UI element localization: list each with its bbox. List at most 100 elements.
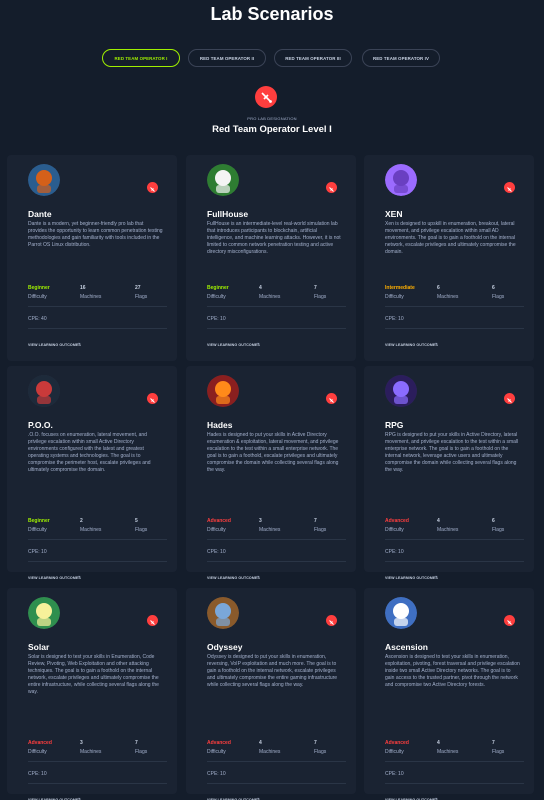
xen-avatar-icon (385, 164, 417, 196)
cpe-value: CPE: 10 (385, 771, 404, 777)
lab-description: Xen is designed to upskill in enumeratio… (385, 221, 516, 256)
machines-label: Machines (437, 749, 459, 755)
chevron-down-icon[interactable]: ⌄ (77, 573, 81, 579)
chevron-down-icon[interactable]: ⌄ (434, 795, 438, 800)
flags-value: 6 (492, 518, 495, 524)
machines-label: Machines (80, 527, 102, 533)
flags-value: 7 (314, 518, 317, 524)
ascension-avatar-icon (385, 597, 417, 629)
difficulty-label: Difficulty (28, 749, 47, 755)
difficulty-value: Advanced (207, 518, 231, 524)
lab-name: FullHouse (207, 209, 249, 219)
flags-value: 7 (314, 285, 317, 291)
lab-name: Solar (28, 642, 50, 652)
pro-lab-badge-icon (504, 393, 515, 404)
view-learning-outcomes-button[interactable]: VIEW LEARNING OUTCOMES (28, 343, 81, 347)
cpe-value: CPE: 10 (28, 771, 47, 777)
view-learning-outcomes-button[interactable]: VIEW LEARNING OUTCOMES (28, 576, 81, 580)
machines-value: 3 (259, 518, 262, 524)
tab-red-team-operator-2[interactable]: RED TEAM OPERATOR II (188, 49, 266, 67)
view-learning-outcomes-button[interactable]: VIEW LEARNING OUTCOMES (385, 343, 438, 347)
divider (28, 761, 167, 762)
machines-value: 16 (80, 285, 86, 291)
pro-lab-badge-icon (504, 182, 515, 193)
flags-label: Flags (314, 527, 327, 533)
divider (207, 306, 346, 307)
divider (28, 783, 167, 784)
machines-label: Machines (259, 527, 281, 533)
lab-tabs: RED TEAM OPERATOR I RED TEAM OPERATOR II… (102, 49, 442, 67)
lab-card[interactable]: XEN Xen is designed to upskill in enumera… (364, 155, 534, 361)
rpg-avatar-icon (385, 375, 417, 407)
chevron-down-icon[interactable]: ⌄ (434, 573, 438, 579)
pro-lab-designation-label: PRO LAB DESIGNATION (247, 116, 297, 121)
divider (207, 561, 346, 562)
lab-description: .O.O. focuses on enumeration, lateral mo… (28, 432, 151, 474)
lab-card[interactable]: Dante Dante is a modern, yet beginner-fri… (7, 155, 177, 361)
cpe-value: CPE: 10 (207, 549, 226, 555)
lab-card[interactable]: Solar Solar is designed to test your skil… (7, 588, 177, 800)
difficulty-label: Difficulty (28, 294, 47, 300)
lab-name: XEN (385, 209, 403, 219)
divider (385, 783, 524, 784)
divider (28, 328, 167, 329)
flags-label: Flags (492, 749, 505, 755)
dante-avatar-icon (28, 164, 60, 196)
chevron-down-icon[interactable]: ⌄ (77, 340, 81, 346)
difficulty-value: Beginner (28, 518, 50, 524)
flags-value: 6 (492, 285, 495, 291)
pro-lab-icon (255, 86, 277, 108)
lab-card[interactable]: RPG RPG is designed to put your skills in… (364, 366, 534, 580)
view-learning-outcomes-button[interactable]: VIEW LEARNING OUTCOMES (207, 343, 260, 347)
flags-label: Flags (135, 294, 148, 300)
pro-lab-badge-icon (326, 615, 337, 626)
divider (385, 561, 524, 562)
flags-label: Flags (314, 294, 327, 300)
lab-description: Dante is a modern, yet beginner-friendly… (28, 221, 163, 249)
divider (385, 761, 524, 762)
flags-value: 7 (314, 740, 317, 746)
divider (207, 761, 346, 762)
level-title: Red Team Operator Level I (212, 124, 332, 135)
lab-description: Hades is designed to put your skills in … (207, 432, 339, 474)
view-learning-outcomes-button[interactable]: VIEW LEARNING OUTCOMES (385, 576, 438, 580)
machines-value: 6 (437, 285, 440, 291)
cpe-value: CPE: 10 (385, 316, 404, 322)
lab-name: Dante (28, 209, 52, 219)
lab-description: Solar is designed to test your skills in… (28, 654, 159, 696)
flags-label: Flags (492, 294, 505, 300)
poo-avatar-icon (28, 375, 60, 407)
lab-description: Ascension is designed to test your skill… (385, 654, 520, 689)
tab-red-team-operator-3[interactable]: RED TEAM OPERATOR III (274, 49, 352, 67)
lab-card[interactable]: FullHouse FullHouse is an intermediate-le… (186, 155, 356, 361)
difficulty-value: Advanced (385, 518, 409, 524)
pro-lab-badge-icon (504, 615, 515, 626)
flags-label: Flags (314, 749, 327, 755)
difficulty-value: Beginner (28, 285, 50, 291)
divider (207, 539, 346, 540)
lab-name: RPG (385, 420, 404, 430)
lab-card[interactable]: Odyssey Odyssey is designed to put your s… (186, 588, 356, 800)
flags-label: Flags (135, 527, 148, 533)
lab-card[interactable]: P.O.O. .O.O. focuses on enumeration, late… (7, 366, 177, 580)
chevron-down-icon[interactable]: ⌄ (256, 795, 260, 800)
divider (28, 539, 167, 540)
lab-name: Odyssey (207, 642, 243, 652)
lab-description: RPG is designed to put your skills in Ac… (385, 432, 519, 474)
odyssey-avatar-icon (207, 597, 239, 629)
chevron-down-icon[interactable]: ⌄ (77, 795, 81, 800)
chevron-down-icon[interactable]: ⌄ (256, 573, 260, 579)
machines-value: 2 (80, 518, 83, 524)
lab-card[interactable]: Ascension Ascension is designed to test y… (364, 588, 534, 800)
chevron-down-icon[interactable]: ⌄ (434, 340, 438, 346)
flags-value: 7 (135, 740, 138, 746)
machines-label: Machines (437, 527, 459, 533)
difficulty-label: Difficulty (385, 527, 404, 533)
machines-value: 4 (437, 740, 440, 746)
lab-description: FullHouse is an intermediate-level real-… (207, 221, 341, 256)
view-learning-outcomes-button[interactable]: VIEW LEARNING OUTCOMES (207, 576, 260, 580)
tab-red-team-operator-4[interactable]: RED TEAM OPERATOR IV (362, 49, 440, 67)
chevron-down-icon[interactable]: ⌄ (256, 340, 260, 346)
lab-card[interactable]: Hades Hades is designed to put your skill… (186, 366, 356, 580)
tab-red-team-operator-1[interactable]: RED TEAM OPERATOR I (102, 49, 180, 67)
